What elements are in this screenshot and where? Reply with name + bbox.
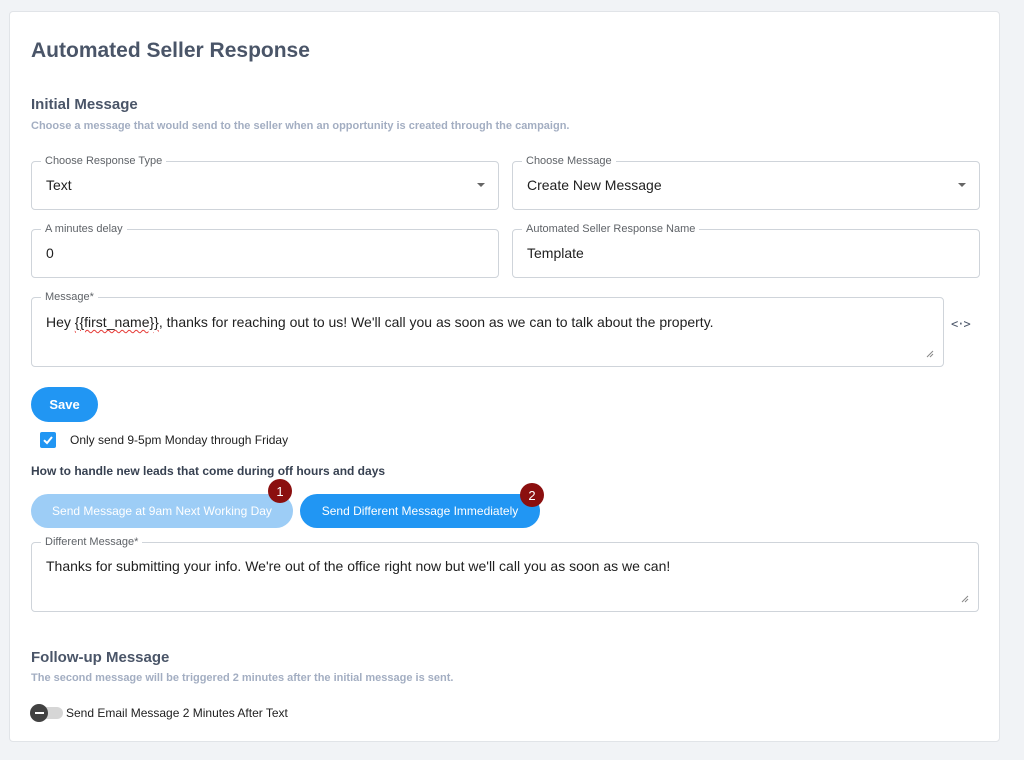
message-label: Message*	[41, 291, 98, 303]
minutes-delay-value: 0	[46, 245, 54, 261]
message-textarea[interactable]: Message* Hey {{first_name}}, thanks for …	[31, 291, 944, 367]
save-button[interactable]: Save	[31, 387, 98, 422]
response-name-input[interactable]: Automated Seller Response Name Template	[512, 223, 980, 278]
automated-seller-response-card: Automated Seller Response Initial Messag…	[9, 11, 1000, 742]
message-text-end: , thanks for reaching out to us! We'll c…	[158, 314, 714, 330]
minutes-delay-input[interactable]: A minutes delay 0	[31, 223, 499, 278]
initial-message-title: Initial Message	[31, 96, 138, 113]
message-value: Hey {{first_name}}, thanks for reaching …	[46, 314, 714, 330]
code-variable-icon[interactable]: <·>	[951, 317, 971, 331]
choose-message-value: Create New Message	[527, 177, 662, 193]
minutes-delay-label: A minutes delay	[41, 223, 127, 235]
chevron-down-icon	[477, 183, 485, 187]
off-hours-question: How to handle new leads that come during…	[31, 464, 386, 478]
response-name-value: Template	[527, 245, 584, 261]
message-variable: {{first_name}}	[74, 314, 159, 330]
business-hours-checkbox[interactable]	[40, 432, 56, 448]
followup-title: Follow-up Message	[31, 649, 170, 666]
checkmark-icon	[43, 436, 53, 445]
different-message-textarea[interactable]: Different Message* Thanks for submitting…	[31, 536, 979, 612]
send-different-message-button[interactable]: Send Different Message Immediately	[300, 494, 540, 528]
choose-message-label: Choose Message	[522, 155, 616, 167]
minus-icon	[34, 712, 44, 714]
initial-message-subtitle: Choose a message that would send to the …	[31, 120, 570, 132]
chevron-down-icon	[958, 183, 966, 187]
message-text-start: Hey	[46, 314, 75, 330]
toggle-thumb[interactable]	[30, 704, 48, 722]
step-badge-2: 2	[520, 483, 544, 507]
step-badge-1: 1	[268, 479, 292, 503]
different-message-value: Thanks for submitting your info. We're o…	[46, 558, 671, 574]
page-title: Automated Seller Response	[31, 39, 310, 62]
response-type-value: Text	[46, 177, 72, 193]
resize-handle-icon[interactable]	[961, 595, 969, 603]
choose-message-select[interactable]: Choose Message Create New Message	[512, 155, 980, 210]
response-name-label: Automated Seller Response Name	[522, 223, 700, 235]
followup-subtitle: The second message will be triggered 2 m…	[31, 672, 454, 684]
resize-handle-icon[interactable]	[926, 350, 934, 358]
email-followup-label: Send Email Message 2 Minutes After Text	[66, 706, 288, 720]
business-hours-label: Only send 9-5pm Monday through Friday	[70, 433, 289, 447]
response-type-label: Choose Response Type	[41, 155, 167, 167]
response-type-select[interactable]: Choose Response Type Text	[31, 155, 499, 210]
send-next-working-day-button[interactable]: Send Message at 9am Next Working Day	[31, 494, 293, 528]
different-message-label: Different Message*	[41, 536, 143, 548]
